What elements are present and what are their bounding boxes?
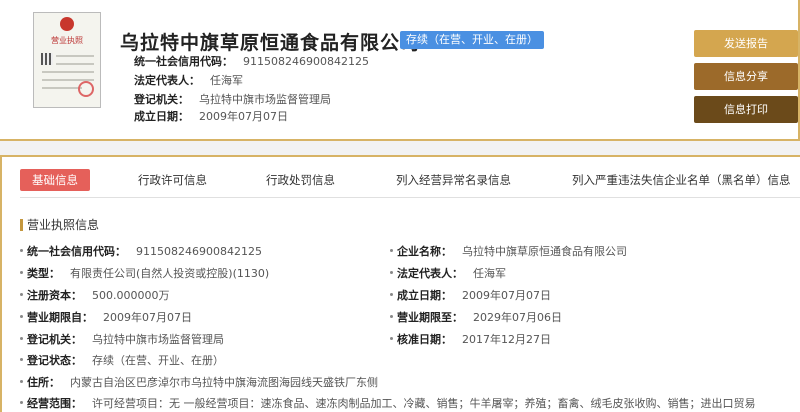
field-label: 登记状态： bbox=[27, 354, 82, 367]
bullet-icon bbox=[20, 271, 23, 274]
field-value: 存续（在营、开业、在册） bbox=[92, 354, 224, 367]
field-company-name: 企业名称： 乌拉特中旗草原恒通食品有限公司 bbox=[390, 245, 627, 259]
field-value: 2009年07月07日 bbox=[103, 311, 192, 324]
field-label: 登记机关： bbox=[27, 333, 82, 346]
field-value: 乌拉特中旗市场监督管理局 bbox=[92, 333, 224, 346]
field-label: 营业期限至： bbox=[397, 311, 463, 324]
field-value: 任海军 bbox=[473, 267, 506, 280]
field-authority: 登记机关： 乌拉特中旗市场监督管理局 bbox=[20, 333, 224, 347]
tab-abnormal-list[interactable]: 列入经营异常名录信息 bbox=[396, 169, 511, 191]
license-title: 营业执照 bbox=[51, 36, 83, 45]
section-title-text: 营业执照信息 bbox=[27, 218, 100, 232]
field-value: 2009年07月07日 bbox=[462, 289, 551, 302]
summary-label: 法定代表人： bbox=[134, 74, 200, 87]
field-value: 2017年12月27日 bbox=[462, 333, 551, 346]
field-value: 911508246900842125 bbox=[136, 245, 262, 258]
summary-authority: 登记机关： 乌拉特中旗市场监督管理局 bbox=[134, 93, 331, 107]
field-capital: 注册资本： 500.000000万 bbox=[20, 289, 169, 303]
field-value: 有限责任公司(自然人投资或控股)(1130) bbox=[70, 267, 270, 280]
summary-value: 乌拉特中旗市场监督管理局 bbox=[199, 93, 331, 106]
tab-bar: 基础信息 行政许可信息 行政处罚信息 列入经营异常名录信息 列入严重违法失信企业… bbox=[20, 169, 800, 191]
seal-stamp-icon bbox=[78, 81, 94, 97]
bullet-icon bbox=[20, 315, 23, 318]
bullet-icon bbox=[20, 293, 23, 296]
summary-label: 登记机关： bbox=[134, 93, 189, 106]
field-scope: 经营范围： 许可经营项目：无 一般经营项目：速冻食品、速冻肉制品加工、冷藏、销售；… bbox=[20, 397, 756, 411]
field-type: 类型： 有限责任公司(自然人投资或控股)(1130) bbox=[20, 267, 269, 281]
field-value: 乌拉特中旗草原恒通食品有限公司 bbox=[462, 245, 627, 258]
field-value: 内蒙古自治区巴彦淖尔市乌拉特中旗海流图海园线天盛铁厂东侧 bbox=[70, 376, 378, 389]
bullet-icon bbox=[20, 337, 23, 340]
summary-credit-code: 统一社会信用代码： 911508246900842125 bbox=[134, 55, 369, 69]
print-info-button[interactable]: 信息打印 bbox=[694, 96, 798, 123]
field-label: 统一社会信用代码： bbox=[27, 245, 126, 258]
field-term-from: 营业期限自： 2009年07月07日 bbox=[20, 311, 192, 325]
tab-admin-penalty[interactable]: 行政处罚信息 bbox=[266, 169, 335, 191]
bullet-icon bbox=[390, 315, 393, 318]
field-address: 住所： 内蒙古自治区巴彦淖尔市乌拉特中旗海流图海园线天盛铁厂东侧 bbox=[20, 376, 378, 390]
summary-value: 911508246900842125 bbox=[243, 55, 369, 68]
field-legal-rep: 法定代表人： 任海军 bbox=[390, 267, 506, 281]
bullet-icon bbox=[20, 249, 23, 252]
tab-basic-info[interactable]: 基础信息 bbox=[20, 169, 90, 191]
field-value: 许可经营项目：无 一般经营项目：速冻食品、速冻肉制品加工、冷藏、销售；牛羊屠宰；… bbox=[92, 397, 756, 410]
license-text-line bbox=[56, 63, 94, 65]
detail-card: 基础信息 行政许可信息 行政处罚信息 列入经营异常名录信息 列入严重违法失信企业… bbox=[0, 155, 800, 412]
bullet-icon bbox=[20, 358, 23, 361]
qr-code-icon bbox=[41, 53, 53, 65]
field-label: 类型： bbox=[27, 267, 60, 280]
bullet-icon bbox=[390, 337, 393, 340]
status-badge: 存续（在营、开业、在册） bbox=[400, 31, 544, 49]
section-marker bbox=[20, 219, 23, 231]
bullet-icon bbox=[20, 401, 23, 404]
business-license-thumbnail[interactable]: 营业执照 bbox=[33, 12, 101, 108]
field-label: 企业名称： bbox=[397, 245, 452, 258]
field-label: 成立日期： bbox=[397, 289, 452, 302]
license-text-line bbox=[42, 71, 94, 73]
field-reg-status: 登记状态： 存续（在营、开业、在册） bbox=[20, 354, 224, 368]
field-label: 法定代表人： bbox=[397, 267, 463, 280]
bullet-icon bbox=[20, 380, 23, 383]
bullet-icon bbox=[390, 271, 393, 274]
bullet-icon bbox=[390, 293, 393, 296]
field-value: 500.000000万 bbox=[92, 289, 170, 302]
bullet-icon bbox=[390, 249, 393, 252]
share-info-button[interactable]: 信息分享 bbox=[694, 63, 798, 90]
send-report-button[interactable]: 发送报告 bbox=[694, 30, 798, 57]
company-header-card: 营业执照 乌拉特中旗草原恒通食品有限公司 存续（在营、开业、在册） 统一社会信用… bbox=[0, 0, 800, 141]
summary-label: 统一社会信用代码： bbox=[134, 55, 233, 68]
field-label: 核准日期： bbox=[397, 333, 452, 346]
field-credit-code: 统一社会信用代码： 911508246900842125 bbox=[20, 245, 262, 259]
summary-value: 任海军 bbox=[210, 74, 243, 87]
tab-divider bbox=[20, 197, 800, 198]
company-name: 乌拉特中旗草原恒通食品有限公司 bbox=[120, 32, 421, 54]
field-label: 经营范围： bbox=[27, 397, 82, 410]
summary-established: 成立日期： 2009年07月07日 bbox=[134, 110, 288, 124]
field-label: 营业期限自： bbox=[27, 311, 93, 324]
tab-admin-license[interactable]: 行政许可信息 bbox=[138, 169, 207, 191]
summary-legal-rep: 法定代表人： 任海军 bbox=[134, 74, 243, 88]
field-approved: 核准日期： 2017年12月27日 bbox=[390, 333, 551, 347]
license-text-line bbox=[56, 55, 94, 57]
field-term-to: 营业期限至： 2029年07月06日 bbox=[390, 311, 562, 325]
field-established: 成立日期： 2009年07月07日 bbox=[390, 289, 551, 303]
field-label: 注册资本： bbox=[27, 289, 82, 302]
summary-label: 成立日期： bbox=[134, 110, 189, 123]
tab-blacklist[interactable]: 列入严重违法失信企业名单（黑名单）信息 bbox=[572, 169, 791, 191]
license-text-line bbox=[42, 87, 82, 89]
summary-value: 2009年07月07日 bbox=[199, 110, 288, 123]
field-value: 2029年07月06日 bbox=[473, 311, 562, 324]
field-label: 住所： bbox=[27, 376, 60, 389]
national-emblem-icon bbox=[60, 17, 74, 31]
section-title: 营业执照信息 bbox=[20, 218, 99, 232]
